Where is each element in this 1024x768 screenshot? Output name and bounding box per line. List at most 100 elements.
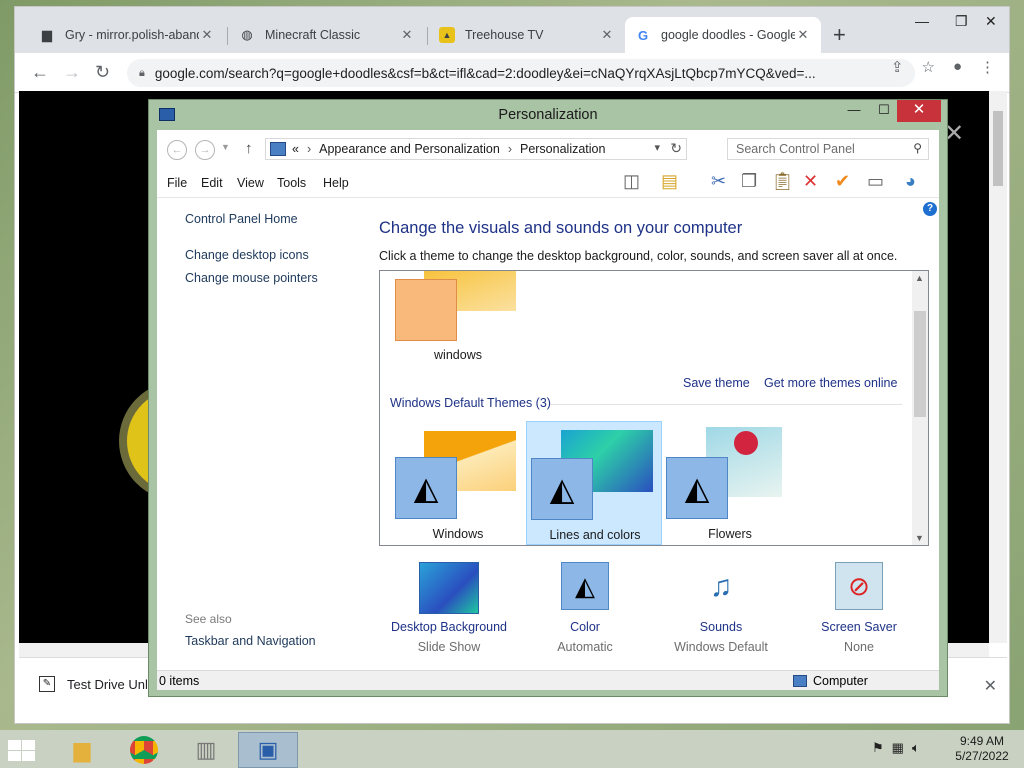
clock-date: 5/27/2022: [955, 749, 1009, 763]
help-icon[interactable]: ?: [923, 202, 937, 216]
tab-google-doodles[interactable]: G google doodles - Google ✕: [625, 17, 821, 53]
color-item[interactable]: ◭ Color Automatic: [515, 562, 655, 654]
scroll-up-icon[interactable]: ▲: [915, 273, 924, 283]
close-window-icon[interactable]: ✕: [985, 13, 997, 30]
window-body: ← → ▼ ↑ « › Appearance and Personalizati…: [157, 130, 939, 690]
forward-icon[interactable]: →: [63, 62, 81, 82]
cut-icon[interactable]: ✂: [711, 170, 726, 192]
change-mouse-pointers-link[interactable]: Change mouse pointers: [185, 271, 318, 285]
control-panel-icon: [270, 142, 286, 156]
share-icon[interactable]: ⇪: [891, 58, 904, 76]
breadcrumb-overflow[interactable]: «: [292, 142, 299, 156]
file-icon: ✎: [39, 676, 55, 692]
tab-separator: [427, 27, 428, 45]
color-fan-icon: ◭: [666, 457, 728, 519]
download-item[interactable]: ✎ Test Drive Unli: [39, 676, 151, 692]
desktop-background-item[interactable]: Desktop Background Slide Show: [379, 562, 519, 654]
breadcrumb-item[interactable]: Personalization: [520, 142, 605, 156]
tab-minecraft[interactable]: ◍ Minecraft Classic ✕: [229, 17, 425, 53]
menu-view[interactable]: View: [237, 176, 264, 190]
tab-strip: ▆ Gry - mirror.polish-aband ✕ ◍ Minecraf…: [15, 7, 1009, 53]
bookmark-star-icon[interactable]: ☆: [921, 58, 934, 76]
new-tab-button[interactable]: +: [833, 24, 846, 46]
theme-flowers[interactable]: ◭ Flowers: [662, 421, 798, 545]
menu-file[interactable]: File: [167, 176, 187, 190]
volume-icon[interactable]: 🔈︎: [912, 740, 920, 756]
breadcrumb[interactable]: « › Appearance and Personalization › Per…: [265, 138, 687, 160]
chevron-down-icon[interactable]: ▾: [654, 141, 660, 154]
action-center-icon[interactable]: ⚑: [872, 740, 884, 756]
profile-icon[interactable]: ●: [953, 58, 962, 76]
rename-icon[interactable]: ▭: [867, 170, 884, 192]
taskbar-navigation-link[interactable]: Taskbar and Navigation: [185, 634, 316, 648]
tab-treehouse[interactable]: ▲ Treehouse TV ✕: [429, 17, 625, 53]
item-count: 0 items: [159, 674, 200, 688]
maximize-icon[interactable]: ☐: [869, 100, 899, 122]
folder-icon: ▆: [42, 27, 52, 42]
menu-tools[interactable]: Tools: [277, 176, 306, 190]
back-icon[interactable]: ←: [167, 140, 187, 160]
back-icon[interactable]: ←: [31, 62, 49, 82]
page-description: Click a theme to change the desktop back…: [379, 249, 898, 263]
start-button[interactable]: [6, 738, 36, 762]
recent-locations-icon[interactable]: ▼: [221, 142, 230, 152]
download-name: Test Drive Unli: [67, 676, 151, 692]
minimize-icon[interactable]: —: [839, 100, 869, 122]
menu-help[interactable]: Help: [323, 176, 349, 190]
paste-icon[interactable]: 📋︎: [771, 170, 794, 192]
theme-list-scrollbar[interactable]: ▲ ▼: [912, 271, 928, 545]
flower-icon: [734, 431, 758, 455]
control-panel-home-link[interactable]: Control Panel Home: [185, 212, 298, 226]
control-panel-icon[interactable]: ▣: [238, 732, 298, 768]
search-input[interactable]: Search Control Panel ⚲: [727, 138, 929, 160]
get-more-themes-link[interactable]: Get more themes online: [764, 376, 897, 390]
theme-windows[interactable]: ◭ Windows: [390, 421, 526, 545]
close-tab-icon[interactable]: ✕: [199, 27, 215, 43]
sounds-item[interactable]: ♫ Sounds Windows Default: [651, 562, 791, 654]
up-arrow-icon[interactable]: ↑: [245, 140, 253, 157]
close-tab-icon[interactable]: ✕: [795, 27, 811, 43]
network-icon[interactable]: ▦: [892, 740, 904, 756]
minimize-icon[interactable]: —: [915, 13, 929, 29]
search-icon[interactable]: ⚲: [913, 141, 922, 155]
folder-options-icon[interactable]: ▤: [661, 170, 678, 192]
chrome-icon[interactable]: [114, 732, 174, 768]
see-also-heading: See also: [185, 612, 232, 626]
sounds-value: Windows Default: [674, 640, 768, 654]
menu-icon[interactable]: ⋮: [980, 58, 995, 76]
theme-list[interactable]: windows Save theme Get more themes onlin…: [379, 270, 929, 546]
screen-saver-item[interactable]: ⊘ Screen Saver None: [789, 562, 929, 654]
delete-icon[interactable]: ✕: [803, 170, 818, 192]
forward-icon[interactable]: →: [195, 140, 215, 160]
tab-gry[interactable]: ▆ Gry - mirror.polish-aband ✕: [29, 17, 225, 53]
close-window-button[interactable]: ✕: [897, 100, 941, 122]
google-icon: G: [637, 27, 649, 43]
menu-edit[interactable]: Edit: [201, 176, 223, 190]
scroll-down-icon[interactable]: ▼: [915, 533, 924, 543]
title-bar[interactable]: Personalization — ☐ ✕: [149, 100, 947, 130]
tab-title: Treehouse TV: [465, 28, 544, 42]
address-bar[interactable]: 🔒︎ google.com/search?q=google+doodles&cs…: [127, 59, 915, 87]
reload-icon[interactable]: ↻: [95, 62, 110, 82]
layout-pane-icon[interactable]: ◫: [623, 170, 640, 192]
close-download-bar-button[interactable]: ✕: [984, 676, 997, 696]
theme-lines-and-colors[interactable]: ◭ Lines and colors: [526, 421, 662, 545]
refresh-icon[interactable]: ↻: [670, 140, 682, 157]
change-desktop-icons-link[interactable]: Change desktop icons: [185, 248, 309, 262]
copy-icon[interactable]: ❐: [741, 170, 757, 192]
breadcrumb-item[interactable]: Appearance and Personalization: [319, 142, 500, 156]
file-explorer-icon[interactable]: ▆: [52, 732, 112, 768]
scroll-thumb[interactable]: [993, 111, 1003, 186]
my-theme-label[interactable]: windows: [390, 348, 526, 362]
globe-icon[interactable]: ◕: [905, 170, 916, 192]
close-tab-icon[interactable]: ✕: [399, 27, 415, 43]
scroll-thumb[interactable]: [914, 311, 926, 417]
vertical-scrollbar[interactable]: [989, 91, 1007, 643]
save-theme-link[interactable]: Save theme: [683, 376, 750, 390]
screen-saver-icon: ⊘: [835, 562, 883, 610]
close-tab-icon[interactable]: ✕: [599, 27, 615, 43]
clock[interactable]: 9:49 AM 5/27/2022: [950, 734, 1014, 764]
properties-check-icon[interactable]: ✔: [835, 170, 850, 192]
recycle-bin-icon[interactable]: ▥: [176, 732, 236, 768]
maximize-icon[interactable]: ❐: [955, 13, 968, 30]
